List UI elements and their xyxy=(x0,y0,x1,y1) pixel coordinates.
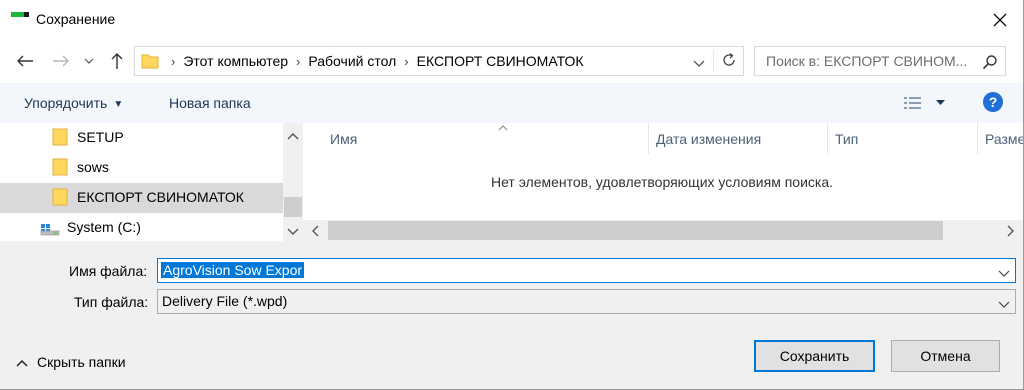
filetype-label: Тип файла: xyxy=(74,294,149,310)
breadcrumb-chevron-icon[interactable]: › xyxy=(296,54,300,69)
folder-icon xyxy=(52,188,68,209)
window-title: Сохранение xyxy=(36,11,116,27)
refresh-icon[interactable] xyxy=(721,52,737,71)
filename-value: AgroVision Sow Expor xyxy=(161,262,305,278)
scroll-left-icon[interactable] xyxy=(311,224,319,240)
breadcrumb-item[interactable]: Этот компьютер xyxy=(183,53,288,69)
breadcrumb-chevron-icon[interactable]: › xyxy=(171,54,175,69)
organize-button[interactable]: Упорядочить ▼ xyxy=(24,95,123,111)
column-header-size[interactable]: Разме xyxy=(978,123,1023,154)
file-list: Имя Дата изменения Тип Разме Нет элемент… xyxy=(303,123,1023,241)
tree-item-label: sows xyxy=(77,159,109,175)
breadcrumb-item[interactable]: ЕКСПОРТ СВИНОМАТОК xyxy=(417,53,584,69)
save-dialog: Сохранение › Этот компьютер › Рабочий ст… xyxy=(0,0,1024,390)
close-icon[interactable] xyxy=(991,11,1009,29)
folder-icon xyxy=(52,128,68,149)
tree-item-label: ЕКСПОРТ СВИНОМАТОК xyxy=(77,189,244,205)
scrollbar-thumb[interactable] xyxy=(328,221,943,240)
drive-icon xyxy=(40,220,60,239)
search-icon[interactable] xyxy=(982,54,998,73)
search-placeholder: Поиск в: ЕКСПОРТ СВИНОМ... xyxy=(766,53,968,69)
filename-history-chevron-icon[interactable] xyxy=(998,265,1010,281)
chevron-down-icon xyxy=(998,296,1010,312)
tree-item-sows[interactable]: sows xyxy=(0,153,283,183)
column-header-type[interactable]: Тип xyxy=(828,123,978,154)
breadcrumb: › Этот компьютер › Рабочий стол › ЕКСПОР… xyxy=(163,47,584,75)
hide-folders-button[interactable]: Скрыть папки xyxy=(16,354,126,370)
address-history-chevron-icon[interactable] xyxy=(693,55,705,71)
forward-arrow-icon[interactable] xyxy=(50,50,72,72)
hide-folders-label: Скрыть папки xyxy=(37,354,126,370)
view-options-button[interactable] xyxy=(904,96,948,112)
breadcrumb-chevron-icon[interactable]: › xyxy=(404,54,408,69)
tree-item-export[interactable]: ЕКСПОРТ СВИНОМАТОК xyxy=(0,183,283,213)
save-button[interactable]: Сохранить xyxy=(754,340,875,372)
filetype-select[interactable]: Delivery File (*.wpd) xyxy=(157,289,1016,314)
cancel-button[interactable]: Отмена xyxy=(891,340,1000,372)
tree-item-label: SETUP xyxy=(77,129,124,145)
breadcrumb-item[interactable]: Рабочий стол xyxy=(308,53,396,69)
back-arrow-icon[interactable] xyxy=(14,50,36,72)
folder-icon xyxy=(141,53,159,72)
new-folder-button[interactable]: Новая папка xyxy=(169,95,251,111)
tree-item-setup[interactable]: SETUP xyxy=(0,123,283,153)
command-bar: Упорядочить ▼ Новая папка ? xyxy=(0,83,1023,123)
recent-locations-chevron-icon[interactable] xyxy=(82,50,96,72)
file-list-horizontal-scrollbar[interactable] xyxy=(303,220,1023,241)
column-header-name[interactable]: Имя xyxy=(323,123,649,154)
scroll-up-icon[interactable] xyxy=(287,127,299,143)
tree-item-system-drive[interactable]: System (C:) xyxy=(0,213,283,241)
filetype-value: Delivery File (*.wpd) xyxy=(162,293,288,309)
search-input[interactable]: Поиск в: ЕКСПОРТ СВИНОМ... xyxy=(754,46,1006,76)
title-bar: Сохранение xyxy=(0,0,1023,40)
tree-item-label: System (C:) xyxy=(67,219,141,235)
empty-list-message: Нет элементов, удовлетворяющих условиям … xyxy=(490,174,834,190)
help-icon[interactable]: ? xyxy=(983,92,1003,112)
caret-down-icon: ▼ xyxy=(113,99,124,110)
address-bar[interactable]: › Этот компьютер › Рабочий стол › ЕКСПОР… xyxy=(134,46,744,76)
navigation-pane: SETUP sows ЕКСПОРТ СВИНОМАТОК System (C:… xyxy=(0,123,303,241)
scroll-right-icon[interactable] xyxy=(1007,224,1015,240)
chevron-up-icon xyxy=(16,354,28,370)
navigation-bar: › Этот компьютер › Рабочий стол › ЕКСПОР… xyxy=(0,40,1023,83)
organize-label: Упорядочить xyxy=(24,95,108,111)
nav-pane-scrollbar[interactable] xyxy=(283,123,303,241)
app-icon xyxy=(11,12,31,17)
filename-label: Имя файла: xyxy=(69,263,148,279)
folder-icon xyxy=(52,158,68,179)
column-header-date[interactable]: Дата изменения xyxy=(649,123,828,154)
scroll-down-icon[interactable] xyxy=(287,223,299,239)
scrollbar-thumb[interactable] xyxy=(284,197,302,217)
filename-input[interactable]: AgroVision Sow Expor xyxy=(157,258,1016,283)
up-arrow-icon[interactable] xyxy=(106,50,128,72)
sort-ascending-icon xyxy=(498,123,508,134)
